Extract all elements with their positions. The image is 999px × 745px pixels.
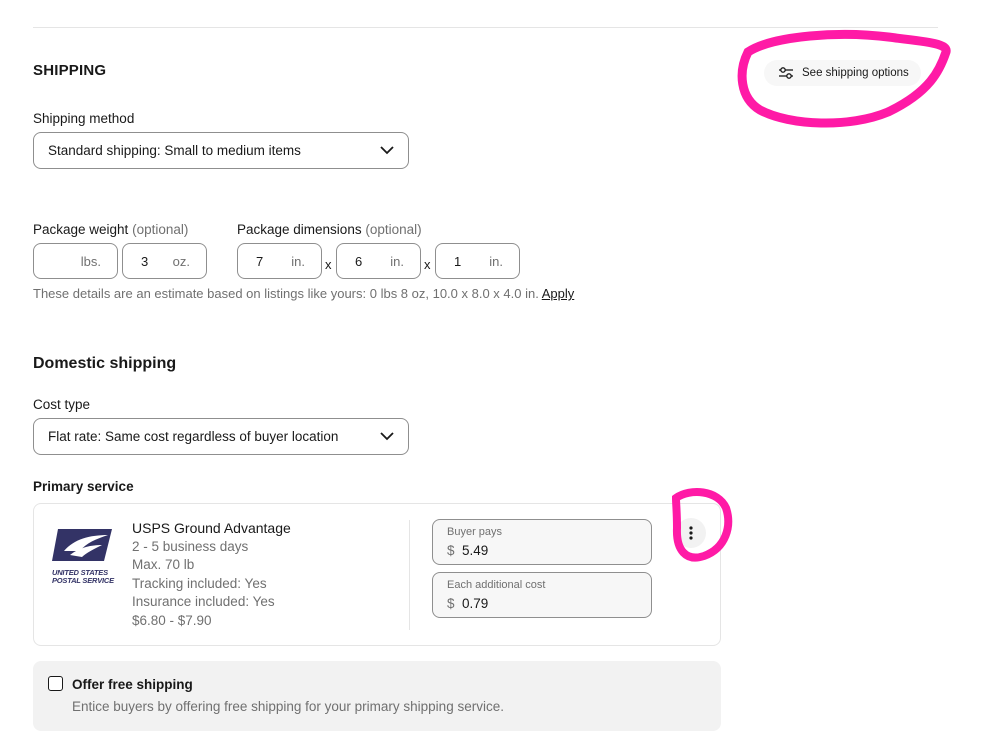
annotation-circle-more-options <box>671 488 733 562</box>
annotation-circle-see-options <box>737 29 951 128</box>
annotation-overlay <box>671 29 951 562</box>
